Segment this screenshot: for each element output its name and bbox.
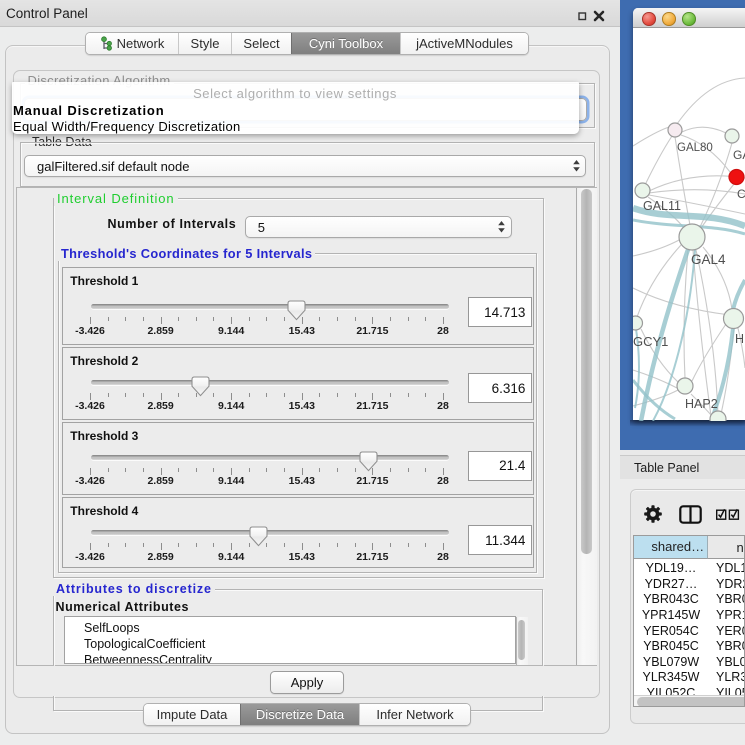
svg-text:GAL80: GAL80	[677, 142, 713, 154]
svg-text:GAL4: GAL4	[691, 252, 726, 267]
svg-text:CR: CR	[737, 187, 745, 201]
svg-text:GAL: GAL	[733, 148, 745, 162]
svg-text:HI: HI	[735, 332, 745, 346]
svg-text:GCY1: GCY1	[633, 334, 668, 349]
svg-text:GAL11: GAL11	[643, 199, 681, 213]
svg-text:HAP2: HAP2	[685, 397, 718, 411]
